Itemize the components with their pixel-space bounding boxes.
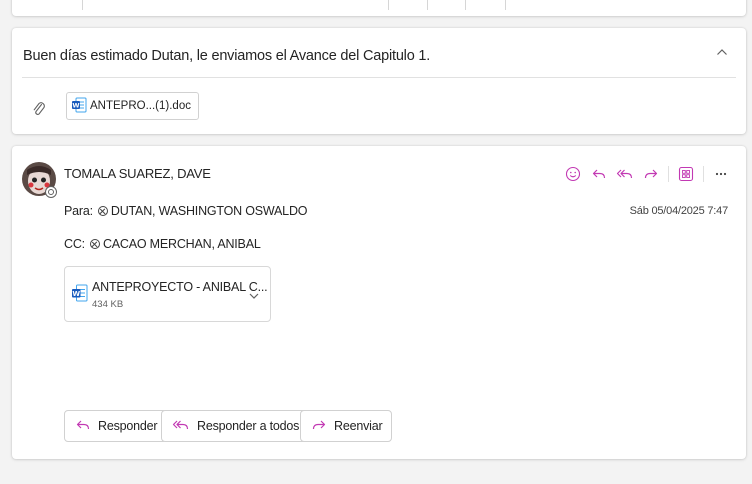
- previous-toolbar-card: [12, 0, 746, 16]
- reply-button[interactable]: Responder: [64, 410, 168, 442]
- attachment-name: ANTEPROYECTO - ANIBAL C...: [92, 280, 268, 294]
- actions-separator: [668, 166, 669, 182]
- collapsed-message-card[interactable]: Buen días estimado Dutan, le enviamos el…: [12, 28, 746, 134]
- forward-button-label: Reenviar: [334, 419, 383, 433]
- attachment-name: ANTEPRO...(1).doc: [90, 100, 191, 112]
- apps-icon[interactable]: [675, 164, 697, 184]
- cc-label: CC:: [64, 237, 85, 251]
- reply-all-icon[interactable]: [614, 164, 636, 184]
- toolbar-separator: [82, 0, 83, 10]
- divider: [22, 77, 736, 78]
- recipient-status-icon: [89, 239, 100, 249]
- to-label: Para:: [64, 204, 93, 218]
- forward-button[interactable]: Reenviar: [300, 410, 393, 442]
- toolbar-separator: [427, 0, 428, 10]
- chevron-down-icon[interactable]: [248, 289, 260, 307]
- cc-recipient[interactable]: CACAO MERCHAN, ANIBAL: [103, 237, 261, 251]
- reply-button-label: Responder: [98, 419, 158, 433]
- reply-icon: [75, 417, 91, 436]
- reply-icon[interactable]: [588, 164, 610, 184]
- recipient-status-icon: [97, 206, 108, 216]
- reply-all-icon: [172, 417, 190, 436]
- reply-all-button[interactable]: Responder a todos: [161, 410, 310, 442]
- actions-separator: [703, 166, 704, 182]
- reply-all-button-label: Responder a todos: [197, 419, 300, 433]
- svg-text:W: W: [72, 101, 79, 109]
- toolbar-separator: [465, 0, 466, 10]
- smile-icon[interactable]: [562, 164, 584, 184]
- message-preview-text[interactable]: Buen días estimado Dutan, le enviamos el…: [23, 48, 430, 64]
- word-file-icon: W: [72, 97, 87, 116]
- message-actions: [562, 164, 732, 184]
- presence-status-icon: [45, 186, 57, 198]
- svg-text:W: W: [72, 290, 80, 298]
- cc-line: CC: CACAO MERCHAN, ANIBAL: [64, 237, 261, 251]
- sender-name[interactable]: TOMALA SUAREZ, DAVE: [64, 166, 211, 181]
- more-icon[interactable]: [710, 164, 732, 184]
- word-file-icon: W: [72, 284, 88, 307]
- forward-icon: [311, 417, 327, 436]
- to-recipient[interactable]: DUTAN, WASHINGTON OSWALDO: [111, 204, 308, 218]
- toolbar-separator: [388, 0, 389, 10]
- forward-icon[interactable]: [640, 164, 662, 184]
- chevron-up-icon[interactable]: [714, 44, 730, 60]
- attachment-chip[interactable]: W ANTEPRO...(1).doc: [66, 92, 199, 120]
- message-date: Sáb 05/04/2025 7:47: [629, 205, 729, 217]
- attachment-card[interactable]: W ANTEPROYECTO - ANIBAL C... 434 KB: [64, 266, 271, 322]
- paperclip-icon: [32, 100, 46, 118]
- toolbar-separator: [505, 0, 506, 10]
- to-line: Para: DUTAN, WASHINGTON OSWALDO: [64, 204, 307, 218]
- attachment-size: 434 KB: [92, 299, 124, 310]
- message-card: TOMALA SUAREZ, DAVE Para: DUTAN, WASHING…: [12, 146, 746, 459]
